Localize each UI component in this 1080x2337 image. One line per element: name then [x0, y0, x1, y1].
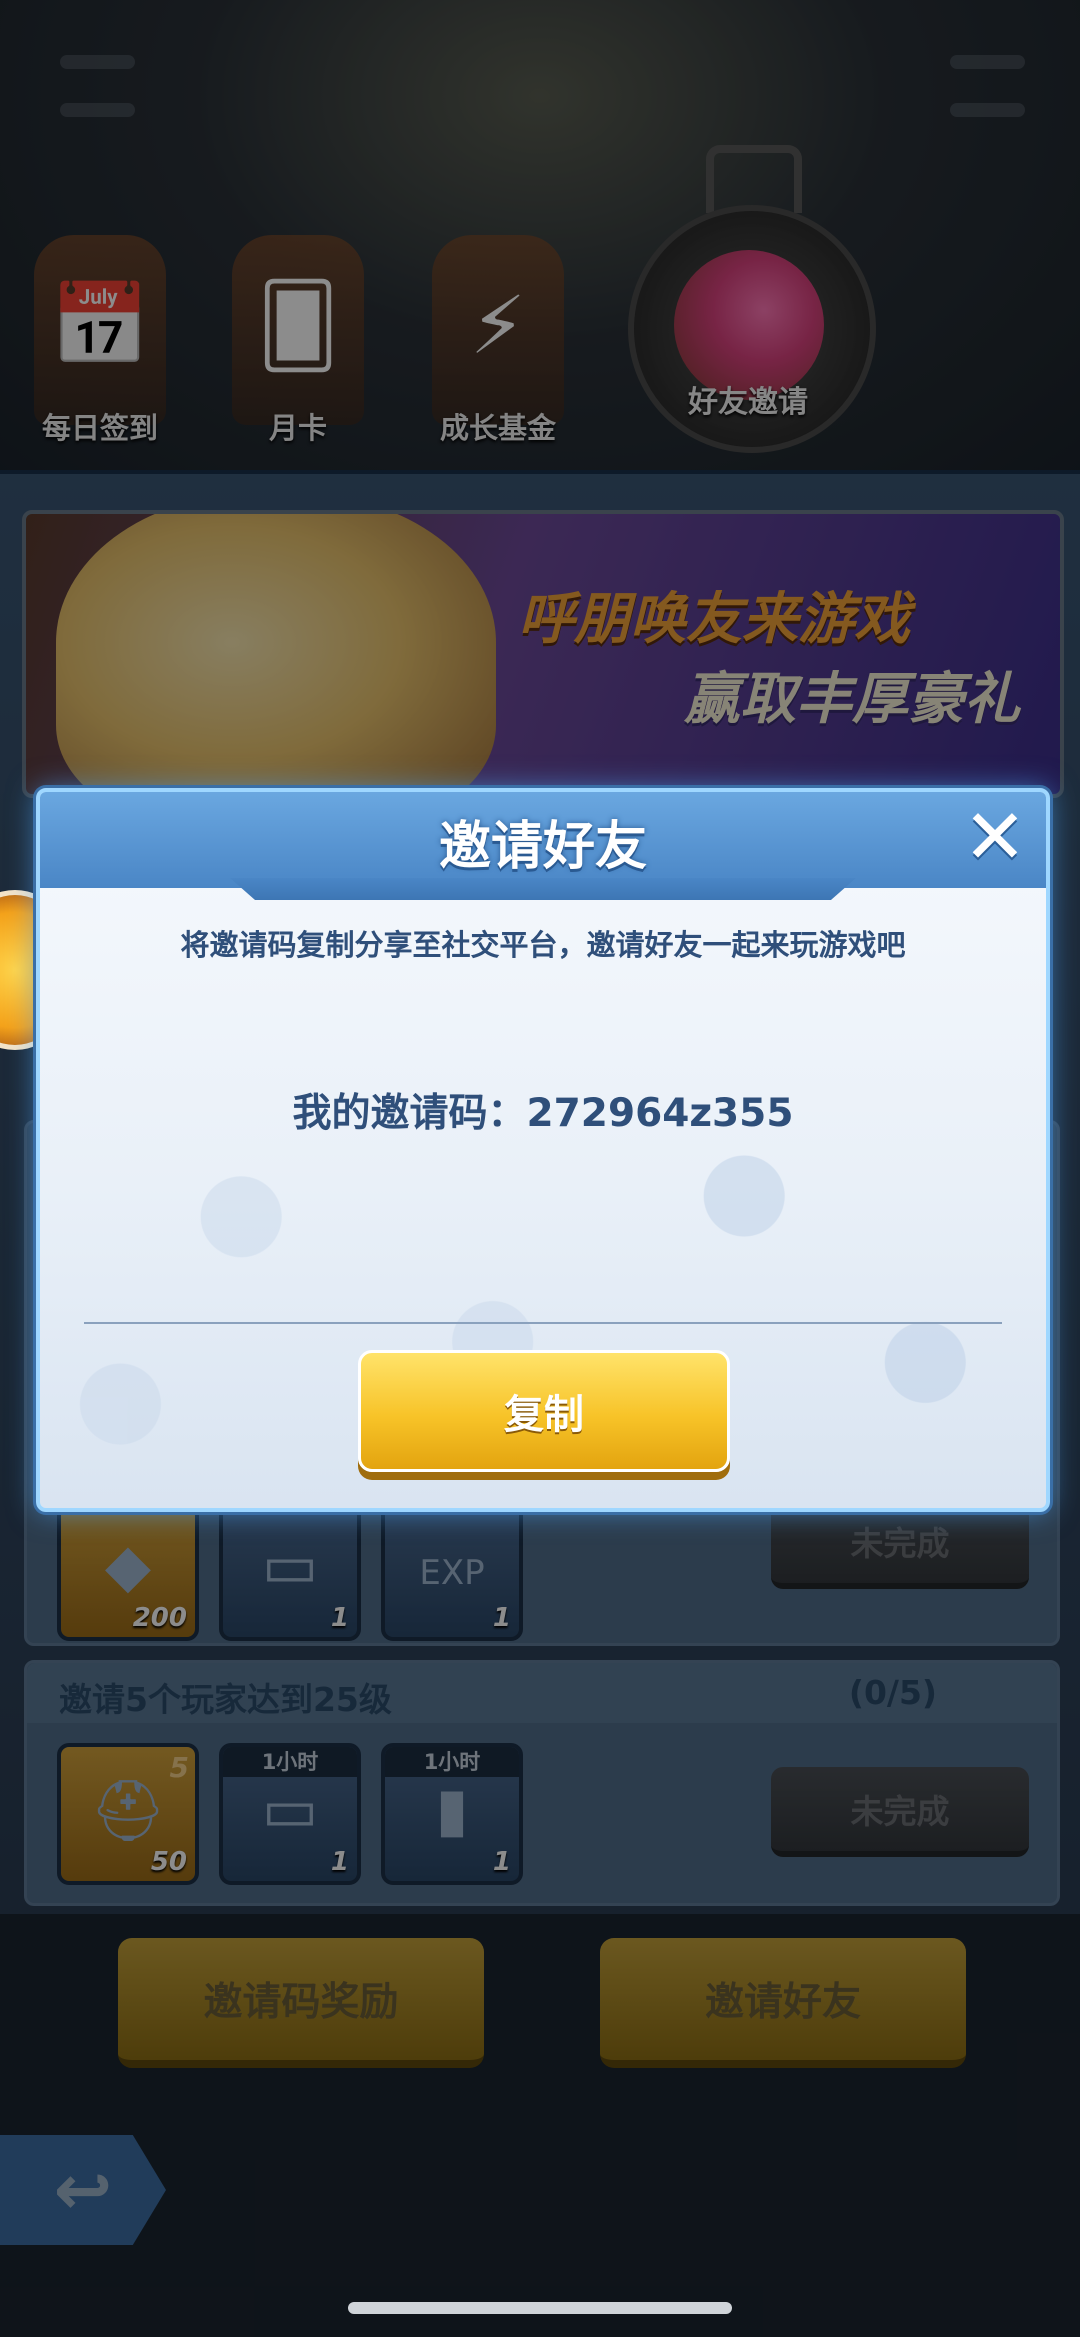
- copy-button[interactable]: 复制: [358, 1350, 730, 1472]
- invite-friends-modal: 邀请好友 ✕ 将邀请码复制分享至社交平台，邀请好友一起来玩游戏吧 我的邀请码：2…: [36, 788, 1050, 1512]
- modal-header-tab: [230, 878, 856, 900]
- close-icon[interactable]: ✕: [960, 799, 1030, 875]
- home-indicator[interactable]: [348, 2302, 732, 2314]
- divider: [84, 1322, 1002, 1324]
- invite-code: 我的邀请码：272964z355: [292, 1091, 794, 1136]
- modal-description: 将邀请码复制分享至社交平台，邀请好友一起来玩游戏吧: [180, 928, 906, 962]
- modal-title: 邀请好友: [438, 817, 647, 877]
